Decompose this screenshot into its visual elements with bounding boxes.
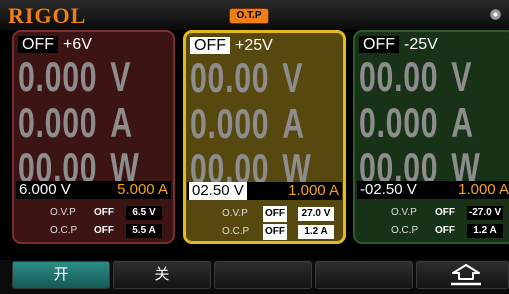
ocp-label: O.C.P [391, 225, 419, 236]
ovp-label: O.V.P [391, 207, 417, 218]
ovp-label: O.V.P [222, 208, 248, 219]
ocp-value[interactable]: 5.5 A [126, 224, 162, 238]
softkey-bar: 开 关 [0, 260, 509, 294]
softkey-3[interactable] [214, 261, 312, 289]
ocp-state[interactable]: OFF [94, 223, 114, 239]
ovp-value[interactable]: 27.0 V [298, 207, 334, 221]
channel-panel-2[interactable]: OFF +25V 00.00 V 0.000 A 00.00 W 02.50 V 1.0… [183, 30, 346, 244]
measured-voltage: 00.00 V [190, 54, 304, 101]
set-current[interactable]: 5.000 A [117, 181, 168, 199]
softkey-4[interactable] [315, 261, 413, 289]
output-off-softkey[interactable]: 关 [113, 261, 211, 289]
measured-voltage: 00.00 V [359, 53, 473, 100]
channel-panel-3[interactable]: OFF -25V 00.00 V 0.000 A 00.00 W -02.50 V 1.… [353, 30, 509, 244]
ovp-value[interactable]: 6.5 V [126, 206, 162, 220]
setpoint-row: 02.50 V 1.000 A [187, 182, 342, 200]
channel-panel-1[interactable]: OFF +6V 0.000 V 0.000 A 00.00 W 6.000 V 5.00… [12, 30, 175, 244]
channel-name: +6V [63, 36, 92, 53]
ocp-state[interactable]: OFF [263, 224, 287, 240]
setpoint-row: -02.50 V 1.000 A [357, 181, 509, 199]
output-state: OFF [190, 37, 230, 54]
ovp-state[interactable]: OFF [94, 205, 114, 221]
return-arrow-icon [451, 264, 481, 286]
ovp-value[interactable]: -27.0 V [467, 206, 503, 220]
set-current[interactable]: 1.000 A [458, 181, 509, 199]
channel-name: +25V [235, 37, 273, 54]
ocp-value[interactable]: 1.2 A [467, 224, 503, 238]
ovp-state[interactable]: OFF [435, 205, 455, 221]
output-on-softkey[interactable]: 开 [12, 261, 110, 289]
ocp-label: O.C.P [222, 226, 250, 237]
setpoint-row: 6.000 V 5.000 A [16, 181, 171, 199]
channel-header: OFF -25V [359, 35, 438, 55]
ocp-value[interactable]: 1.2 A [298, 225, 334, 239]
measured-current: 0.000 A [18, 99, 133, 146]
ovp-label: O.V.P [50, 207, 76, 218]
status-indicator-icon [490, 9, 501, 20]
set-current[interactable]: 1.000 A [288, 182, 339, 200]
measured-current: 0.000 A [190, 100, 305, 147]
channel-header: OFF +25V [190, 36, 273, 56]
channel-header: OFF +6V [18, 35, 92, 55]
ocp-label: O.C.P [50, 225, 78, 236]
output-state: OFF [359, 36, 399, 53]
otp-badge: O.T.P [229, 8, 269, 24]
measured-voltage: 0.000 V [18, 53, 132, 100]
set-voltage[interactable]: -02.50 V [360, 181, 417, 199]
set-voltage[interactable]: 02.50 V [189, 182, 247, 200]
status-bar: RIGOL O.T.P [0, 0, 509, 30]
set-voltage[interactable]: 6.000 V [19, 181, 71, 199]
return-softkey[interactable] [416, 261, 509, 289]
ovp-state[interactable]: OFF [263, 206, 287, 222]
measured-current: 0.000 A [359, 99, 474, 146]
output-state: OFF [18, 36, 58, 53]
channel-name: -25V [404, 36, 438, 53]
brand-logo: RIGOL [8, 3, 87, 28]
ocp-state[interactable]: OFF [435, 223, 455, 239]
